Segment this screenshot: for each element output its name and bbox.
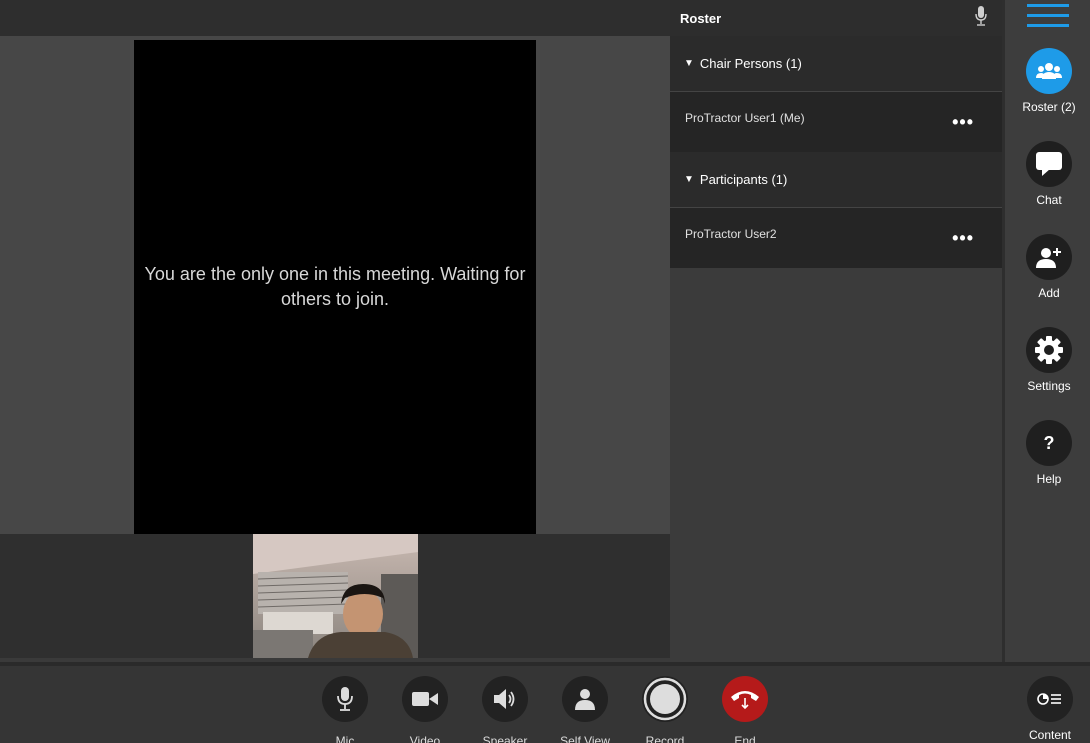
add-user-icon <box>1026 234 1072 280</box>
end-call-button[interactable]: End <box>705 676 785 743</box>
remote-video-tile: You are the only one in this meeting. Wa… <box>134 40 536 534</box>
toolbar-label: Speaker <box>482 734 528 743</box>
sidebar-label: Add <box>1038 286 1060 300</box>
toolbar-label: End <box>734 734 756 743</box>
self-view-button[interactable]: Self View <box>545 676 625 743</box>
sidebar-label: Help <box>1036 472 1062 486</box>
participant-name: ProTractor User1 (Me) <box>685 111 805 125</box>
gear-icon <box>1026 327 1072 373</box>
group-header-participants[interactable]: ▼ Participants (1) <box>670 152 1002 208</box>
speaker-button[interactable]: Speaker <box>465 676 545 743</box>
roster-row[interactable]: ProTractor User2 ••• <box>670 208 1002 268</box>
self-view-video[interactable] <box>253 534 418 658</box>
toolbar-label: Video <box>409 734 441 743</box>
collapse-triangle-icon: ▼ <box>684 174 694 185</box>
microphone-icon[interactable] <box>974 5 988 32</box>
hamburger-menu-icon[interactable] <box>1027 4 1069 28</box>
sidebar-label: Settings <box>1027 379 1071 393</box>
sidebar-item-add[interactable]: Add <box>1005 234 1090 300</box>
mic-button[interactable]: Mic <box>305 676 385 743</box>
group-header-chair-persons[interactable]: ▼ Chair Persons (1) <box>670 36 1002 92</box>
self-view-icon <box>562 676 608 722</box>
toolbar-label: Self View <box>560 734 610 743</box>
roster-row[interactable]: ProTractor User1 (Me) ••• <box>670 92 1002 152</box>
content-share-icon <box>1027 676 1073 722</box>
content-button[interactable]: Content <box>1010 676 1090 742</box>
sidebar-item-chat[interactable]: Chat <box>1005 141 1090 207</box>
sidebar-item-settings[interactable]: Settings <box>1005 327 1090 393</box>
record-icon <box>642 676 688 722</box>
video-conference-app: You are the only one in this meeting. Wa… <box>0 0 1090 743</box>
end-call-icon <box>722 676 768 722</box>
video-button[interactable]: Video <box>385 676 465 743</box>
sidebar-item-roster[interactable]: Roster (2) <box>1005 48 1090 114</box>
speaker-icon <box>482 676 528 722</box>
sidebar-item-help[interactable]: ? Help <box>1005 420 1090 486</box>
bottom-toolbar: Mic Video Speaker Self View Record End C… <box>0 662 1090 743</box>
more-options-icon[interactable]: ••• <box>952 228 974 249</box>
toolbar-label: Content <box>1028 728 1072 742</box>
waiting-message: You are the only one in this meeting. Wa… <box>144 264 526 309</box>
self-view-camera-image <box>253 534 418 658</box>
main-video-area: You are the only one in this meeting. Wa… <box>0 36 670 534</box>
more-options-icon[interactable]: ••• <box>952 112 974 133</box>
sidebar-label: Roster (2) <box>1022 100 1076 114</box>
record-button[interactable]: Record <box>625 676 705 743</box>
group-label: Participants (1) <box>699 172 788 187</box>
top-bar <box>0 0 670 36</box>
video-camera-icon <box>402 676 448 722</box>
roster-header: Roster <box>670 0 1002 36</box>
self-view-strip <box>0 534 670 658</box>
mic-icon <box>322 676 368 722</box>
chat-icon <box>1026 141 1072 187</box>
sidebar-label: Chat <box>1036 193 1062 207</box>
toolbar-label: Record <box>645 734 685 743</box>
help-icon: ? <box>1026 420 1072 466</box>
participant-name: ProTractor User2 <box>685 227 777 241</box>
right-sidebar: Roster (2) Chat Add Settings ? Help <box>1002 0 1090 662</box>
roster-icon <box>1026 48 1072 94</box>
collapse-triangle-icon: ▼ <box>684 58 694 69</box>
roster-title: Roster <box>680 10 722 26</box>
toolbar-label: Mic <box>335 734 355 743</box>
roster-panel: Roster ▼ Chair Persons (1) ProTractor Us… <box>670 0 1002 662</box>
group-label: Chair Persons (1) <box>699 56 802 71</box>
